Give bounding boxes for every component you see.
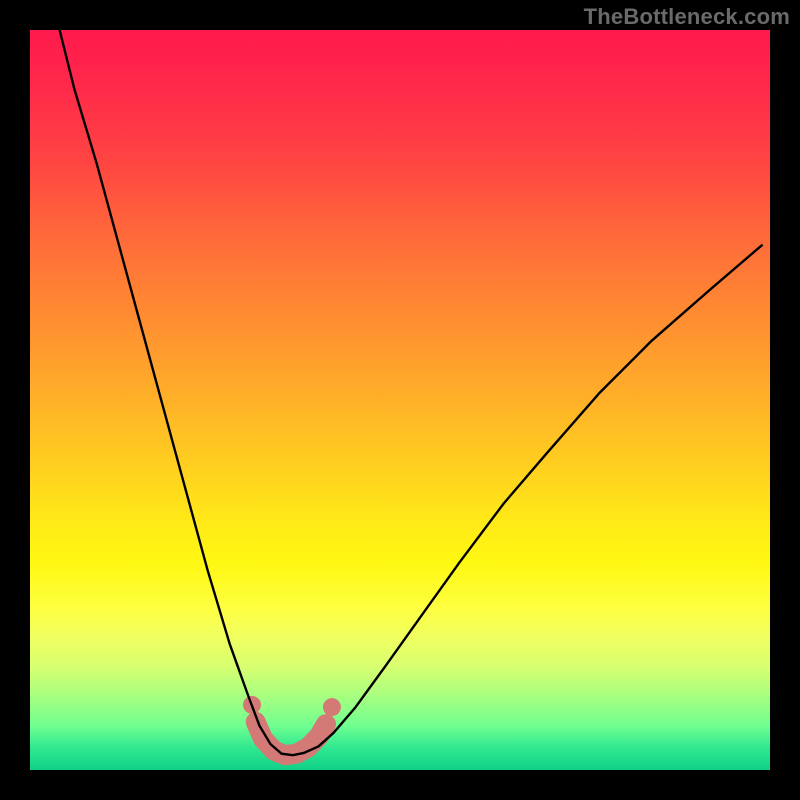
bottleneck-curve (60, 30, 763, 755)
plot-area (30, 30, 770, 770)
chart-container: TheBottleneck.com (0, 0, 800, 800)
watermark-text: TheBottleneck.com (584, 4, 790, 30)
optimal-range-dot-right (323, 698, 341, 716)
chart-svg (30, 30, 770, 770)
